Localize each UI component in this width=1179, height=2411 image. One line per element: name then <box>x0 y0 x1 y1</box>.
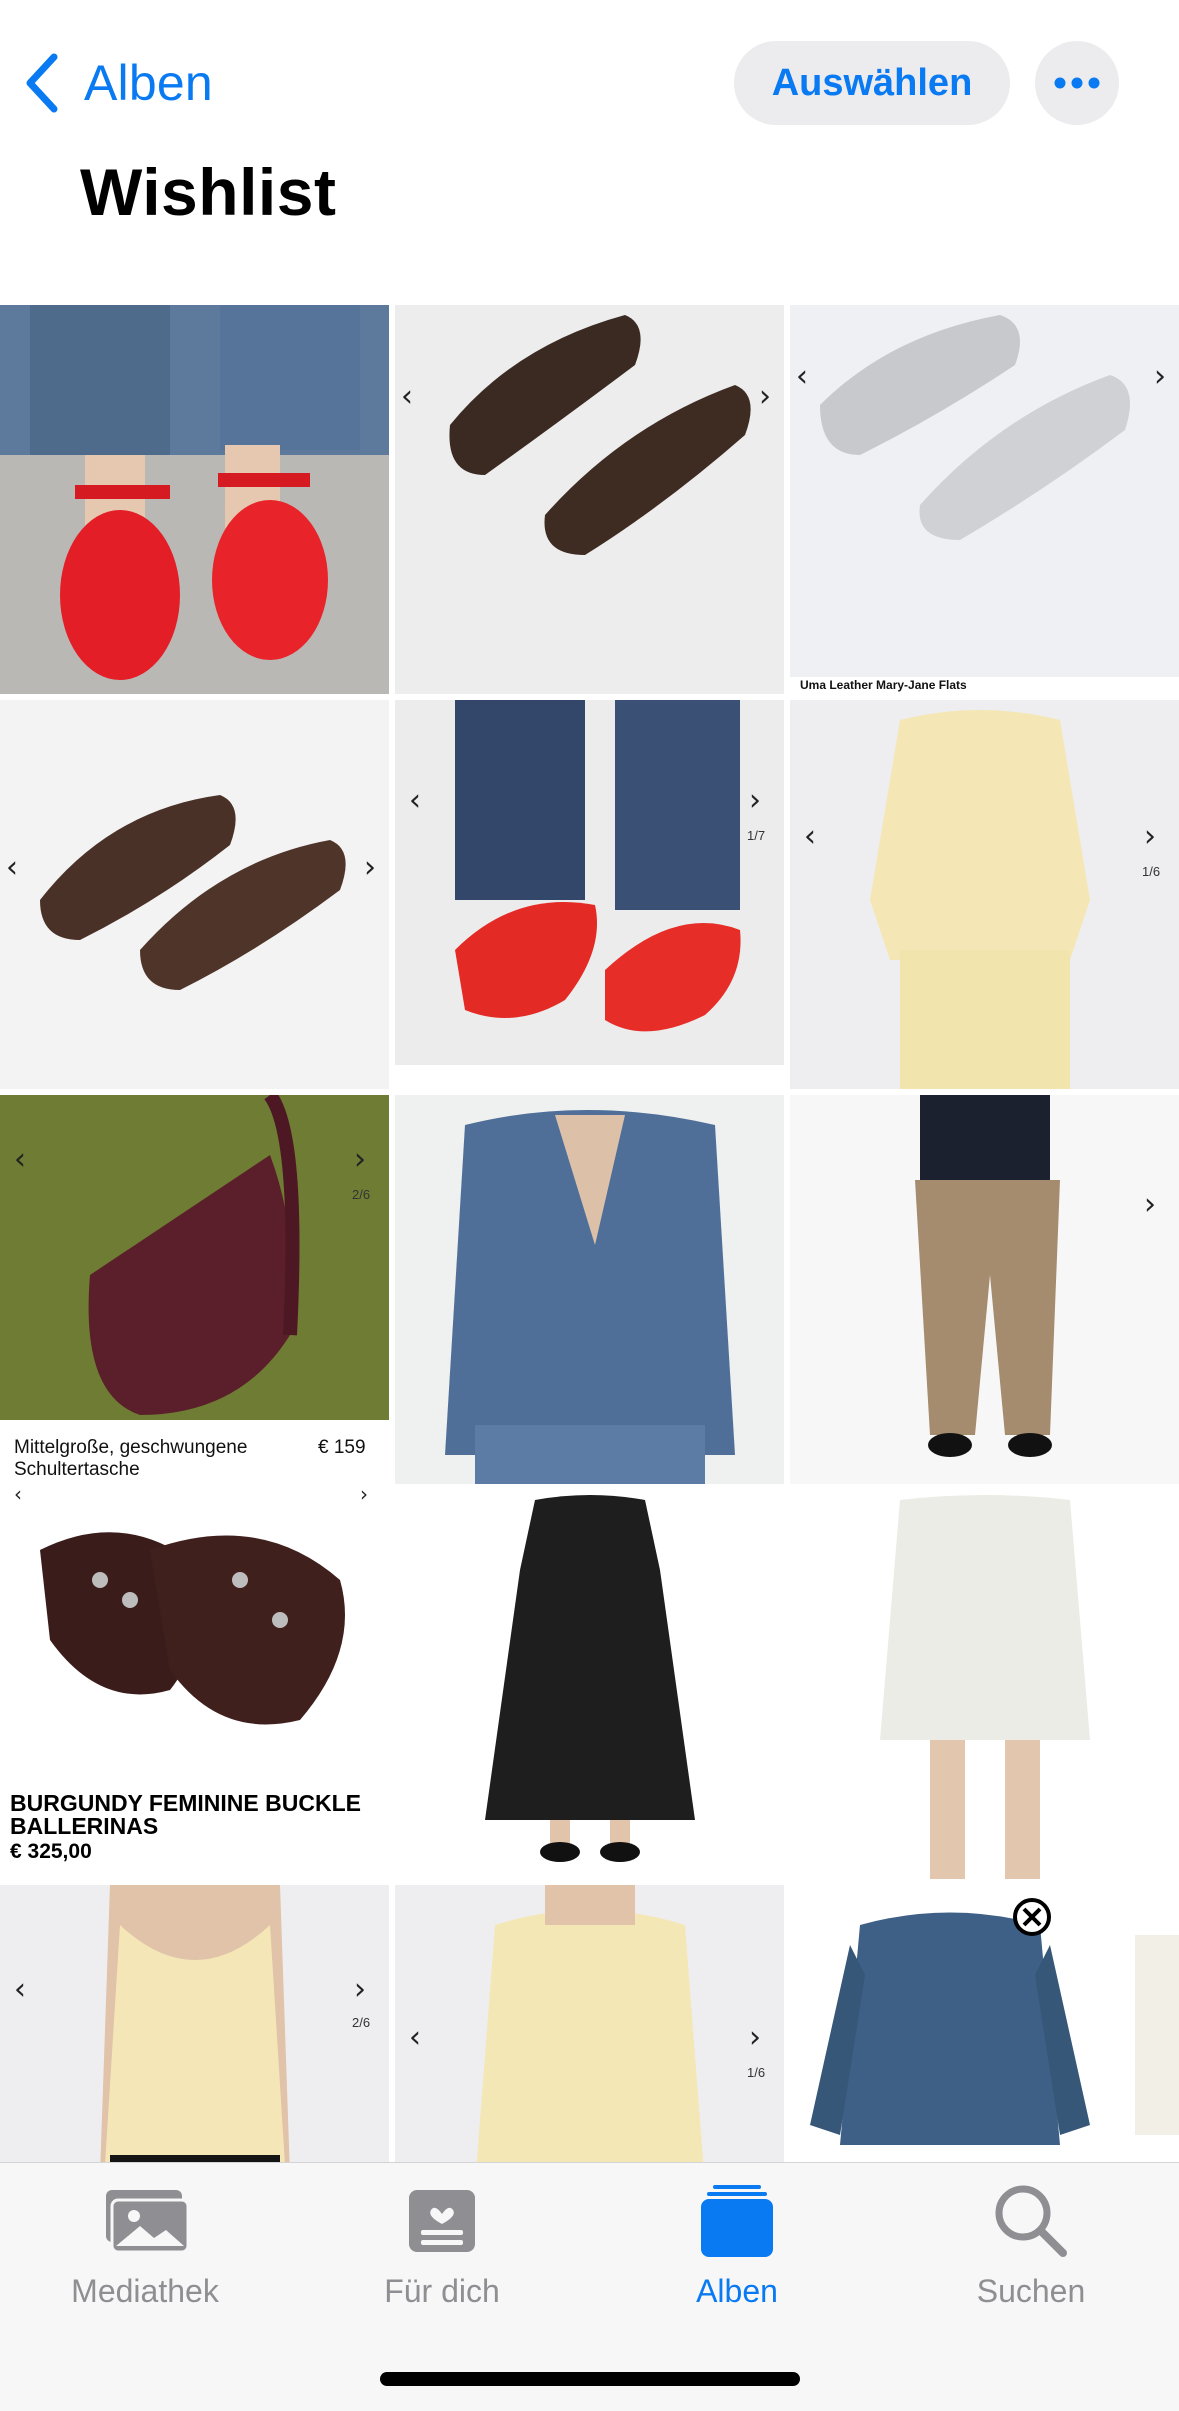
chevron-right-icon: › <box>749 783 761 818</box>
photo-image <box>790 1490 1179 1879</box>
photo-image <box>0 1885 389 2165</box>
photo-image <box>395 1095 784 1484</box>
photo-brown-suede-flats[interactable]: ‹ › <box>395 305 784 694</box>
search-icon <box>986 2181 1076 2261</box>
tab-label: Alben <box>696 2273 778 2309</box>
tab-label: Für dich <box>384 2273 500 2309</box>
photo-image <box>790 305 1179 694</box>
chevron-left-icon: ‹ <box>6 850 18 885</box>
photo-yellow-linen-shirt[interactable]: ‹ › 1/6 <box>395 1885 784 2165</box>
albums-icon <box>692 2181 782 2261</box>
product-caption: Uma Leather Mary-Jane Flats <box>800 678 967 692</box>
back-button[interactable]: Alben <box>22 50 213 116</box>
page-indicator: 1/6 <box>747 2065 766 2080</box>
photo-image <box>790 1095 1179 1484</box>
product-caption: Mittelgroße, geschwungene Schultertasche <box>14 1437 248 1480</box>
page-indicator: 2/6 <box>352 2015 371 2030</box>
photo-image <box>0 305 389 694</box>
navigation-bar: Alben Auswählen Wishlist <box>0 0 1179 300</box>
page-indicator: 2/6 <box>352 1187 371 1202</box>
photo-black-midi-dress[interactable] <box>395 1490 784 1879</box>
chevron-left-icon: ‹ <box>796 359 808 394</box>
product-price: € 159 <box>318 1437 366 1458</box>
chevron-right-icon: › <box>360 1490 368 1506</box>
photo-burgundy-bag[interactable]: ‹ › 2/6 Mittelgroße, geschwungene Schult… <box>0 1095 389 1484</box>
chevron-right-icon: › <box>354 1142 366 1177</box>
photo-image <box>395 700 784 1089</box>
album-title: Wishlist <box>80 155 337 229</box>
chevron-left-icon: ‹ <box>14 1490 22 1506</box>
photo-denim-blazer[interactable] <box>395 1095 784 1484</box>
tab-label: Suchen <box>976 2273 1086 2309</box>
photo-white-mini-dress[interactable] <box>790 1490 1179 1879</box>
chevron-left-icon: ‹ <box>409 2020 421 2055</box>
tab-label: Mediathek <box>71 2273 219 2309</box>
chevron-left-icon: ‹ <box>14 1972 26 2007</box>
more-button[interactable] <box>1035 41 1119 125</box>
photo-image <box>790 700 1179 1089</box>
chevron-left-icon: ‹ <box>409 783 421 818</box>
ellipsis-icon <box>1054 77 1100 89</box>
tab-suchen[interactable]: Suchen <box>911 2181 1151 2321</box>
photo-image <box>0 1095 389 1484</box>
photo-image <box>790 1885 1179 2165</box>
chevron-left-icon: ‹ <box>401 379 413 414</box>
photo-denim-overshirt[interactable] <box>790 1885 1179 2165</box>
photo-image <box>395 1490 784 1879</box>
tab-fuer-dich[interactable]: Für dich <box>322 2181 562 2321</box>
home-indicator[interactable] <box>380 2372 800 2386</box>
chevron-right-icon: › <box>749 2020 761 2055</box>
photo-buckle-ballerinas[interactable]: ‹ › BURGUNDY FEMININE BUCKLE BALLERINAS … <box>0 1490 389 1879</box>
photo-library-icon <box>100 2181 190 2261</box>
chevron-right-icon: › <box>1144 819 1156 854</box>
photo-grid: ‹ › ‹ › Uma Leather Mary-Jane Flats ‹ › <box>0 305 1179 2165</box>
chevron-left-icon <box>26 53 58 113</box>
back-button-label: Alben <box>84 55 213 111</box>
tab-alben[interactable]: Alben <box>617 2181 857 2321</box>
chevron-left-icon: ‹ <box>14 1142 26 1177</box>
chevron-right-icon: › <box>354 1972 366 2007</box>
photo-image <box>395 1885 784 2165</box>
chevron-left-icon: ‹ <box>804 819 816 854</box>
page-indicator: 1/7 <box>747 828 766 843</box>
for-you-icon <box>397 2181 487 2261</box>
select-button[interactable]: Auswählen <box>734 41 1010 125</box>
photo-image <box>395 305 784 694</box>
photo-yellow-linen-set[interactable]: ‹ › 1/6 <box>790 700 1179 1089</box>
photo-red-ballet-flats[interactable]: ‹ › 1/7 <box>395 700 784 1089</box>
chevron-right-icon: › <box>1154 359 1166 394</box>
photo-yellow-tank-top[interactable]: ‹ › 2/6 <box>0 1885 389 2165</box>
photo-image <box>0 700 389 1089</box>
photo-red-mary-jane-flats[interactable] <box>0 305 389 694</box>
photo-silver-mary-jane-flats[interactable]: ‹ › Uma Leather Mary-Jane Flats <box>790 305 1179 694</box>
chevron-right-icon: › <box>759 379 771 414</box>
chevron-right-icon: › <box>1144 1187 1156 1222</box>
chevron-right-icon: › <box>364 850 376 885</box>
product-price: € 325,00 <box>10 1840 92 1863</box>
photo-brown-leather-flats[interactable]: ‹ › <box>0 700 389 1089</box>
photo-leopard-trousers[interactable]: › <box>790 1095 1179 1484</box>
product-name: BURGUNDY FEMININE BUCKLE BALLERINAS <box>10 1790 361 1839</box>
tab-mediathek[interactable]: Mediathek <box>25 2181 265 2321</box>
page-indicator: 1/6 <box>1142 864 1161 879</box>
